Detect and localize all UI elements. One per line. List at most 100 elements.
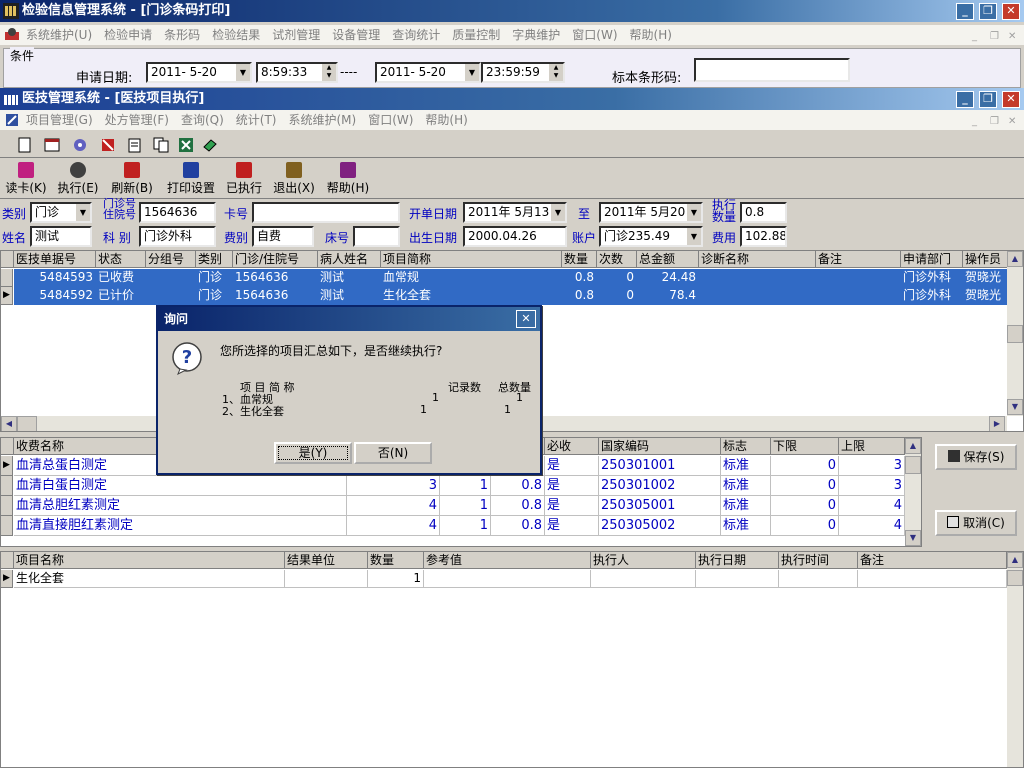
- outer-menu-item[interactable]: 帮助(H): [624, 25, 678, 45]
- table-cell[interactable]: [779, 570, 858, 588]
- table-cell[interactable]: 0.8: [491, 516, 545, 536]
- column-header[interactable]: 参考值: [424, 552, 591, 569]
- table-cell[interactable]: [591, 570, 696, 588]
- outer-menu-item[interactable]: 条形码: [158, 25, 206, 45]
- time-to-input[interactable]: 23:59:59 ▲ ▼: [481, 62, 565, 83]
- scroll-up-arrow-icon[interactable]: ▲: [905, 438, 921, 454]
- outer-mdi-restore[interactable]: ❐: [990, 27, 999, 47]
- inner-menu-item[interactable]: 统计(T): [230, 110, 283, 130]
- outer-menu-item[interactable]: 检验结果: [206, 25, 266, 45]
- table-cell[interactable]: 250305001: [599, 496, 721, 516]
- card-number-input[interactable]: [252, 202, 400, 223]
- table-cell[interactable]: 是: [545, 456, 599, 476]
- outer-minimize-button[interactable]: _: [956, 3, 974, 20]
- table-cell[interactable]: [146, 287, 196, 305]
- outer-menu-item[interactable]: 系统维护(U): [20, 25, 98, 45]
- table-cell[interactable]: 0.8: [491, 496, 545, 516]
- table-cell[interactable]: 24.48: [637, 269, 699, 287]
- row-indicator[interactable]: [1, 496, 13, 516]
- scroll-thumb[interactable]: [1007, 570, 1023, 586]
- dept-input[interactable]: 门诊外科: [139, 226, 216, 247]
- excel-icon[interactable]: [178, 137, 194, 153]
- results-grid[interactable]: 项目名称 结果单位 数量 参考值 执行人 执行日期 执行时间 备注 ▶ 生化全套 1 ▲: [0, 551, 1024, 768]
- column-header[interactable]: 备注: [816, 251, 901, 268]
- table-cell[interactable]: [816, 269, 901, 287]
- table-cell[interactable]: 测试: [318, 269, 381, 287]
- table-cell[interactable]: 血常规: [381, 269, 562, 287]
- birth-date-input[interactable]: 2000.04.26: [463, 226, 567, 247]
- column-header[interactable]: 数量: [368, 552, 424, 569]
- inner-menu-item[interactable]: 查询(Q): [175, 110, 230, 130]
- outer-menu-item[interactable]: 设备管理: [326, 25, 386, 45]
- inner-mdi-restore[interactable]: ❐: [990, 112, 999, 132]
- cancel-button[interactable]: 取消(C): [935, 510, 1017, 536]
- table-cell[interactable]: 门诊: [196, 287, 233, 305]
- table-cell[interactable]: 血清白蛋白测定: [14, 476, 347, 496]
- table-cell[interactable]: 1: [440, 516, 491, 536]
- spin-updown-icon[interactable]: ▲ ▼: [548, 64, 563, 81]
- table-cell[interactable]: 3: [347, 476, 440, 496]
- table-cell[interactable]: 5484592: [14, 287, 96, 305]
- table-cell[interactable]: 门诊外科: [901, 269, 963, 287]
- date-to-picker[interactable]: 2011- 5-20 ▼: [375, 62, 481, 83]
- exec-qty-input[interactable]: 0.8: [740, 202, 787, 223]
- outer-mdi-close[interactable]: ✕: [1008, 27, 1016, 47]
- inner-menu-item[interactable]: 系统维护(M): [282, 110, 362, 130]
- cut-icon[interactable]: [100, 137, 116, 153]
- outer-title-bar[interactable]: 检验信息管理系统 - [门诊条码打印] _ ❐ ✕: [0, 0, 1024, 22]
- table-cell[interactable]: 5484593: [14, 269, 96, 287]
- column-header[interactable]: 结果单位: [285, 552, 368, 569]
- barcode-input[interactable]: [694, 58, 850, 82]
- column-header[interactable]: 国家编码: [599, 438, 721, 455]
- toolbar-button[interactable]: 读卡(K): [4, 162, 48, 196]
- column-header[interactable]: 总金额: [637, 251, 699, 268]
- column-header[interactable]: 诊断名称: [699, 251, 816, 268]
- table-cell[interactable]: 已计价: [96, 287, 146, 305]
- toolbar-button[interactable]: 执行(E): [56, 162, 100, 196]
- outer-menu-item[interactable]: 查询统计: [386, 25, 446, 45]
- table-cell[interactable]: 门诊: [196, 269, 233, 287]
- new-document-icon[interactable]: [18, 137, 32, 153]
- table-cell[interactable]: 0: [771, 516, 839, 536]
- column-header[interactable]: 病人姓名: [318, 251, 381, 268]
- scroll-down-arrow-icon[interactable]: ▼: [905, 530, 921, 546]
- inner-menu-item[interactable]: 项目管理(G): [20, 110, 99, 130]
- inner-menu-item[interactable]: 帮助(H): [419, 110, 473, 130]
- scroll-left-arrow-icon[interactable]: ◀: [1, 416, 17, 431]
- table-cell[interactable]: 生化全套: [381, 287, 562, 305]
- outer-close-button[interactable]: ✕: [1002, 3, 1020, 20]
- table-cell[interactable]: [858, 570, 1007, 588]
- column-header[interactable]: 状态: [96, 251, 146, 268]
- scroll-down-arrow-icon[interactable]: ▼: [1007, 399, 1023, 415]
- inner-menu-item[interactable]: 窗口(W): [362, 110, 419, 130]
- table-cell[interactable]: 标准: [721, 516, 771, 536]
- book-icon[interactable]: [202, 137, 218, 153]
- table-cell[interactable]: 250301002: [599, 476, 721, 496]
- table-cell[interactable]: 是: [545, 516, 599, 536]
- copy-icon[interactable]: [153, 137, 169, 153]
- column-header[interactable]: 执行时间: [779, 552, 858, 569]
- outer-restore-button[interactable]: ❐: [979, 3, 997, 20]
- column-header[interactable]: 数量: [562, 251, 597, 268]
- time-from-input[interactable]: 8:59:33 ▲ ▼: [256, 62, 338, 83]
- column-header[interactable]: 下限: [771, 438, 839, 455]
- table-cell[interactable]: 是: [545, 476, 599, 496]
- scroll-up-arrow-icon[interactable]: ▲: [1007, 251, 1023, 267]
- inner-mdi-close[interactable]: ✕: [1008, 112, 1016, 132]
- fee-input[interactable]: 102.88: [740, 226, 787, 247]
- bill-date-from-picker[interactable]: 2011年 5月13 ▼: [463, 202, 567, 223]
- outer-menu-item[interactable]: 检验申请: [98, 25, 158, 45]
- table-cell[interactable]: 250305002: [599, 516, 721, 536]
- column-header[interactable]: 备注: [858, 552, 1007, 569]
- table-cell[interactable]: 4: [839, 516, 905, 536]
- column-header[interactable]: 执行人: [591, 552, 696, 569]
- inner-close-button[interactable]: ✕: [1002, 91, 1020, 108]
- dialog-no-button[interactable]: 否(N): [354, 442, 432, 464]
- table-cell[interactable]: 0.8: [562, 269, 597, 287]
- row-indicator[interactable]: [1, 476, 13, 496]
- dialog-close-button[interactable]: ✕: [516, 310, 536, 328]
- chevron-down-icon[interactable]: ▼: [75, 204, 90, 221]
- column-header[interactable]: 类别: [196, 251, 233, 268]
- toolbar-button[interactable]: 退出(X): [272, 162, 316, 196]
- table-cell[interactable]: 1: [368, 570, 424, 588]
